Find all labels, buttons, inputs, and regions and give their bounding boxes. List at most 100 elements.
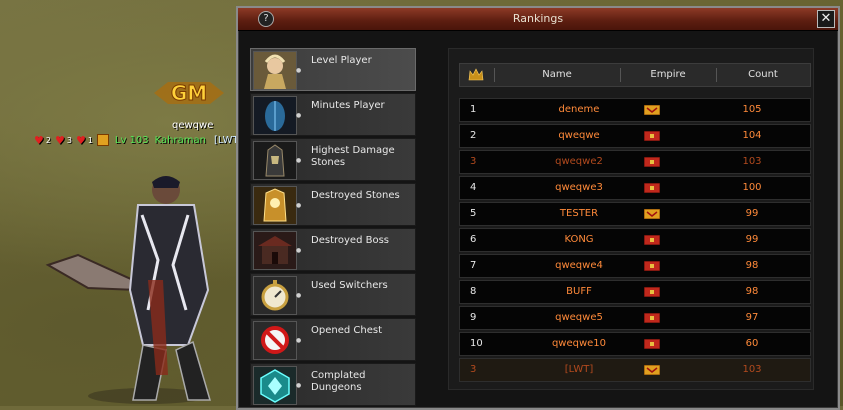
category-opened-chest[interactable]: ● Opened Chest xyxy=(250,318,416,361)
table-row[interactable]: 6 KONG 99 xyxy=(459,228,811,252)
empire-flag-icon xyxy=(644,287,660,297)
knight-portrait-icon xyxy=(253,51,297,90)
empire-flag-icon xyxy=(644,365,660,375)
rankings-table: Name Empire Count 1 deneme 105 2 qweqwe 104 3 q… xyxy=(448,48,814,390)
category-label: Level Player xyxy=(311,55,372,66)
bullet-icon: ● xyxy=(296,292,302,299)
heart-icon: ♥ xyxy=(54,133,65,147)
count-cell: 103 xyxy=(742,364,762,375)
blue-feather-icon xyxy=(253,96,297,135)
count-cell: 97 xyxy=(745,312,759,323)
window-title: Rankings xyxy=(512,12,564,25)
table-header: Name Empire Count xyxy=(459,63,811,87)
table-row[interactable]: 9 qweqwe5 97 xyxy=(459,306,811,330)
empire-flag-icon xyxy=(644,313,660,323)
name-cell: qweqwe xyxy=(558,130,600,141)
rank-cell: 4 xyxy=(470,182,477,193)
forbidden-icon xyxy=(253,321,297,360)
rank-cell: 9 xyxy=(470,312,477,323)
golden-stone-icon xyxy=(253,186,297,225)
own-rank-row[interactable]: 3 [LWT] 103 xyxy=(459,358,811,382)
player-class: Kahraman xyxy=(154,134,206,146)
category-label: Opened Chest xyxy=(311,325,382,336)
bullet-icon: ● xyxy=(296,202,302,209)
player-level: Lv 103 xyxy=(114,134,149,146)
category-used-switchers[interactable]: ● Used Switchers xyxy=(250,273,416,316)
header-name: Name xyxy=(542,69,572,80)
count-cell: 98 xyxy=(745,260,759,271)
table-row[interactable]: 4 qweqwe3 100 xyxy=(459,176,811,200)
count-cell: 105 xyxy=(742,104,762,115)
bullet-icon: ● xyxy=(296,67,302,74)
empire-flag-icon xyxy=(644,157,660,167)
category-label: Highest Damage Stones xyxy=(311,145,395,168)
player-status-line: ♥ 2 ♥ 3 ♥ 1 Lv 103 Kahraman [LWT] xyxy=(34,134,242,146)
category-label: Complated Dungeons xyxy=(311,370,366,393)
empire-flag-icon xyxy=(644,339,660,349)
rank-cell: 8 xyxy=(470,286,477,297)
player-name: qewqwe xyxy=(172,120,214,131)
player-character[interactable] xyxy=(38,170,238,406)
category-label: Destroyed Stones xyxy=(311,190,400,201)
name-cell: qweqwe10 xyxy=(551,338,607,349)
empire-flag-icon xyxy=(644,209,660,219)
empire-flag-icon xyxy=(644,183,660,193)
category-sidebar: ● Level Player ● Minutes Player ● Highes… xyxy=(250,48,416,408)
table-row[interactable]: 2 qweqwe 104 xyxy=(459,124,811,148)
rank-cell: 5 xyxy=(470,208,477,219)
category-level-player[interactable]: ● Level Player xyxy=(250,48,416,91)
category-highest-damage-stones[interactable]: ● Highest Damage Stones xyxy=(250,138,416,181)
table-row[interactable]: 5 TESTER 99 xyxy=(459,202,811,226)
name-cell: TESTER xyxy=(559,208,599,219)
heart-icon: ♥ xyxy=(34,133,44,147)
rank-cell: 10 xyxy=(470,338,483,349)
rankings-window: ? Rankings ✕ ● Level Player ● Minutes Pl… xyxy=(236,6,840,410)
empire-flag-icon xyxy=(644,131,660,141)
teal-hexagon-icon xyxy=(253,366,297,405)
empire-flag-icon xyxy=(644,105,660,115)
name-cell: qweqwe2 xyxy=(555,156,603,167)
close-button[interactable]: ✕ xyxy=(817,10,835,28)
empire-emblem-icon xyxy=(96,134,109,146)
category-label: Used Switchers xyxy=(311,280,388,291)
category-label: Destroyed Boss xyxy=(311,235,389,246)
rank-cell: 6 xyxy=(470,234,477,245)
table-row[interactable]: 8 BUFF 98 xyxy=(459,280,811,304)
name-cell: qweqwe5 xyxy=(555,312,603,323)
table-row[interactable]: 1 deneme 105 xyxy=(459,98,811,122)
name-cell: BUFF xyxy=(566,286,592,297)
temple-icon xyxy=(253,231,297,270)
count-cell: 99 xyxy=(745,234,759,245)
heart-icon: ♥ xyxy=(75,133,86,147)
window-titlebar[interactable]: ? Rankings ✕ xyxy=(238,8,838,31)
dark-stone-icon xyxy=(253,141,297,180)
gm-badge: GM xyxy=(154,81,224,106)
rank-cell: 3 xyxy=(470,156,477,167)
table-row[interactable]: 7 qweqwe4 98 xyxy=(459,254,811,278)
category-destroyed-boss[interactable]: ● Destroyed Boss xyxy=(250,228,416,271)
bullet-icon: ● xyxy=(296,157,302,164)
category-completed-dungeons[interactable]: ● Complated Dungeons xyxy=(250,363,416,406)
table-row[interactable]: 3 qweqwe2 103 xyxy=(459,150,811,174)
category-label: Minutes Player xyxy=(311,100,385,111)
stopwatch-icon xyxy=(253,276,297,315)
count-cell: 104 xyxy=(742,130,762,141)
category-destroyed-stones[interactable]: ● Destroyed Stones xyxy=(250,183,416,226)
heart-count: 3 xyxy=(66,135,72,145)
bullet-icon: ● xyxy=(296,337,302,344)
name-cell: qweqwe4 xyxy=(555,260,603,271)
rank-cell: 1 xyxy=(470,104,477,115)
category-minutes-player[interactable]: ● Minutes Player xyxy=(250,93,416,136)
name-cell: deneme xyxy=(558,104,600,115)
heart-count: 1 xyxy=(87,135,93,145)
count-cell: 60 xyxy=(745,338,759,349)
count-cell: 100 xyxy=(742,182,762,193)
gm-badge-text: GM xyxy=(171,81,207,105)
empire-flag-icon xyxy=(644,235,660,245)
bullet-icon: ● xyxy=(296,247,302,254)
name-cell: qweqwe3 xyxy=(555,182,603,193)
crown-icon xyxy=(468,68,484,81)
name-cell: [LWT] xyxy=(564,364,594,375)
table-row[interactable]: 10 qweqwe10 60 xyxy=(459,332,811,356)
empire-flag-icon xyxy=(644,261,660,271)
